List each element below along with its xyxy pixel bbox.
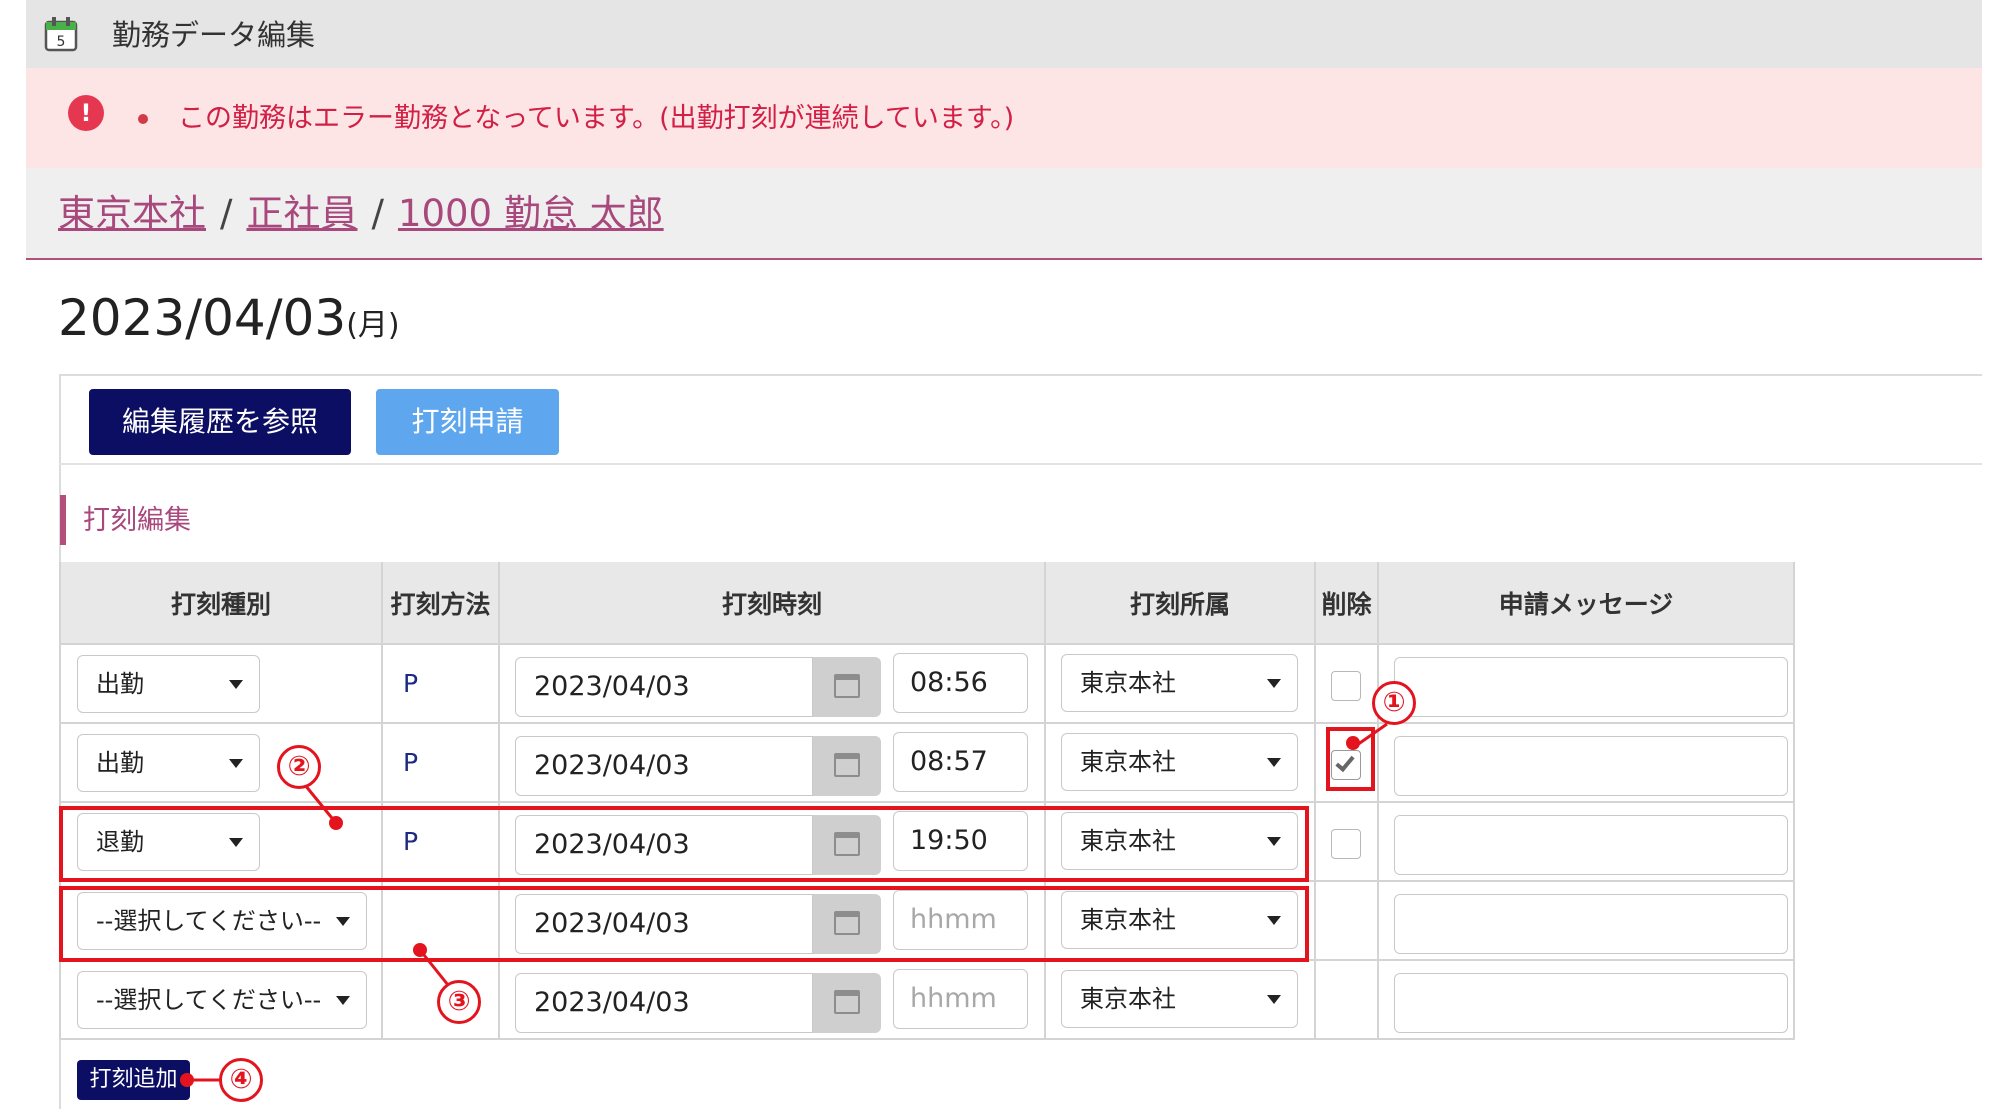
affiliation-value: 東京本社 — [1080, 985, 1176, 1013]
header-time: 打刻時刻 — [498, 562, 1046, 644]
callout-dot — [329, 816, 343, 830]
stamp-request-button[interactable]: 打刻申請 — [376, 389, 559, 455]
table-header-row: 打刻種別 打刻方法 打刻時刻 打刻所属 削除 申請メッセージ — [59, 562, 1795, 644]
stamp-date-input[interactable]: 2023/04/03 — [515, 736, 813, 796]
callout-number-2: ② — [277, 745, 321, 789]
request-message-input[interactable] — [1394, 657, 1788, 717]
work-date-title: 2023/04/03(月) — [58, 288, 400, 356]
stamp-method: P — [403, 748, 419, 777]
calendar-button[interactable] — [813, 657, 881, 717]
affiliation-select[interactable]: 東京本社 — [1061, 970, 1298, 1028]
calendar-icon — [834, 674, 860, 698]
stamp-date-input[interactable]: 2023/04/03 — [515, 973, 813, 1033]
divider — [59, 463, 1982, 465]
affiliation-select[interactable]: 東京本社 — [1061, 654, 1298, 712]
stamp-type-select[interactable]: --選択してください-- — [77, 971, 367, 1029]
delete-checkbox[interactable] — [1331, 671, 1361, 701]
header-type: 打刻種別 — [59, 562, 383, 644]
header-method: 打刻方法 — [381, 562, 500, 644]
request-message-input[interactable] — [1394, 894, 1788, 954]
callout-box-row — [59, 886, 1309, 962]
title-bar — [26, 0, 1982, 68]
error-message: この勤務はエラー勤務となっています。(出勤打刻が連続しています。) — [178, 103, 1015, 134]
request-message-input[interactable] — [1394, 973, 1788, 1033]
affiliation-value: 東京本社 — [1080, 748, 1176, 776]
stamp-type-value: --選択してください-- — [96, 986, 322, 1014]
error-icon: ! — [68, 95, 104, 131]
calendar-icon — [834, 753, 860, 777]
breadcrumb-separator: / — [220, 192, 233, 235]
page-title: 勤務データ編集 — [112, 18, 316, 52]
stamp-date-input[interactable]: 2023/04/03 — [515, 657, 813, 717]
calendar-button[interactable] — [813, 736, 881, 796]
callout-number-3: ③ — [437, 980, 481, 1024]
svg-text:5: 5 — [57, 34, 66, 50]
stamp-type-value: 出勤 — [96, 670, 144, 698]
chevron-down-icon — [1267, 758, 1281, 767]
stamp-type-value: 出勤 — [96, 749, 144, 777]
stamp-type-select[interactable]: 出勤 — [77, 734, 260, 792]
breadcrumb-office-link[interactable]: 東京本社 — [58, 192, 206, 235]
table-row: 出勤 P 2023/04/03 08:56 東京本社 — [59, 643, 1795, 724]
add-stamp-button[interactable]: 打刻追加 — [77, 1060, 190, 1100]
delete-checkbox[interactable] — [1331, 829, 1361, 859]
callout-box-row — [59, 806, 1309, 882]
stamp-type-select[interactable]: 出勤 — [77, 655, 260, 713]
section-title: 打刻編集 — [83, 505, 191, 536]
request-message-input[interactable] — [1394, 815, 1788, 875]
affiliation-select[interactable]: 東京本社 — [1061, 733, 1298, 791]
stamp-time-input[interactable]: 08:56 — [893, 653, 1028, 713]
header-message: 申請メッセージ — [1377, 562, 1795, 644]
stamp-method: P — [403, 669, 419, 698]
breadcrumb-employment-link[interactable]: 正社員 — [246, 192, 357, 235]
calendar-icon: 5 — [44, 17, 78, 52]
work-date: 2023/04/03 — [58, 289, 347, 347]
breadcrumb-employee-link[interactable]: 1000 勤怠 太郎 — [398, 192, 664, 235]
callout-dot — [413, 943, 427, 957]
callout-number-1: ① — [1372, 681, 1416, 725]
table-row: --選択してください-- 2023/04/03 hhmm 東京本社 — [59, 959, 1795, 1040]
breadcrumb-separator: / — [371, 192, 384, 235]
callout-dot — [1346, 736, 1360, 750]
stamp-time-input[interactable]: 08:57 — [893, 732, 1028, 792]
affiliation-value: 東京本社 — [1080, 669, 1176, 697]
chevron-down-icon — [229, 759, 243, 768]
calendar-button[interactable] — [813, 973, 881, 1033]
header-delete: 削除 — [1314, 562, 1379, 644]
stamp-table: 打刻種別 打刻方法 打刻時刻 打刻所属 削除 申請メッセージ 出勤 P 2023… — [59, 562, 1795, 1040]
error-bullet — [138, 114, 148, 124]
chevron-down-icon — [336, 996, 350, 1005]
view-history-button[interactable]: 編集履歴を参照 — [89, 389, 351, 455]
section-accent-bar — [60, 495, 66, 545]
calendar-icon — [834, 990, 860, 1014]
callout-dot — [180, 1073, 194, 1087]
request-message-input[interactable] — [1394, 736, 1788, 796]
stamp-time-input[interactable]: hhmm — [893, 969, 1028, 1029]
chevron-down-icon — [1267, 995, 1281, 1004]
callout-number-4: ④ — [219, 1058, 263, 1102]
work-weekday: (月) — [346, 308, 400, 343]
chevron-down-icon — [229, 680, 243, 689]
chevron-down-icon — [1267, 679, 1281, 688]
header-affiliation: 打刻所属 — [1044, 562, 1316, 644]
breadcrumb: 東京本社 / 正社員 / 1000 勤怠 太郎 — [58, 191, 664, 237]
